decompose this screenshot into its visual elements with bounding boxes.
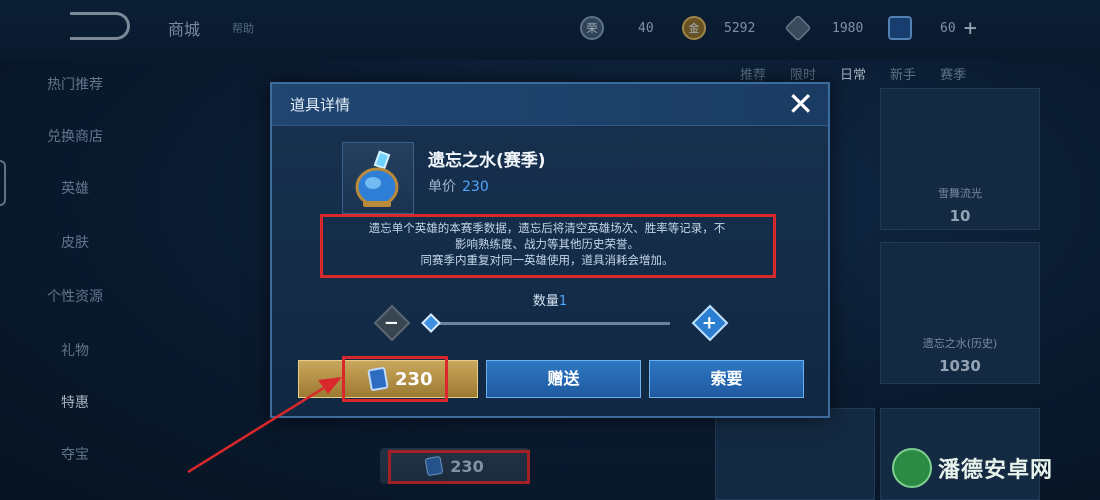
quantity-slider-handle[interactable] <box>421 313 441 333</box>
quantity-value: 1 <box>558 294 568 309</box>
unit-price-value: 230 <box>462 179 489 195</box>
potion-icon <box>355 150 399 207</box>
watermark-text: 潘德安卓网 <box>938 458 1054 483</box>
unit-price-label: 单价 <box>428 179 456 195</box>
request-button[interactable]: 索要 <box>649 360 804 398</box>
item-detail-dialog: 道具详情 ✕ 遗忘之水(赛季) 单价 230 遗忘单个英雄的本赛季数据，遗忘后将清… <box>270 82 830 418</box>
highlight-box-description <box>320 214 776 278</box>
highlight-box-buy <box>342 356 448 402</box>
gift-button[interactable]: 赠送 <box>486 360 641 398</box>
increase-quantity-button[interactable]: + <box>691 304 729 342</box>
quantity-label: 数量1 <box>272 290 828 309</box>
item-thumbnail <box>342 142 414 214</box>
item-name: 遗忘之水(赛季) <box>428 151 546 171</box>
plus-icon: + <box>702 312 718 334</box>
minus-icon: − <box>384 312 400 334</box>
dialog-header: 道具详情 ✕ <box>272 84 828 126</box>
close-icon[interactable]: ✕ <box>787 86 814 122</box>
watermark-logo-icon <box>892 448 932 488</box>
decrease-quantity-button[interactable]: − <box>373 304 411 342</box>
quantity-text: 数量 <box>532 294 559 309</box>
quantity-slider[interactable] <box>432 322 670 325</box>
unit-price: 单价 230 <box>428 176 489 196</box>
dialog-title: 道具详情 <box>290 96 351 114</box>
watermark: 潘德安卓网 <box>892 448 1053 488</box>
